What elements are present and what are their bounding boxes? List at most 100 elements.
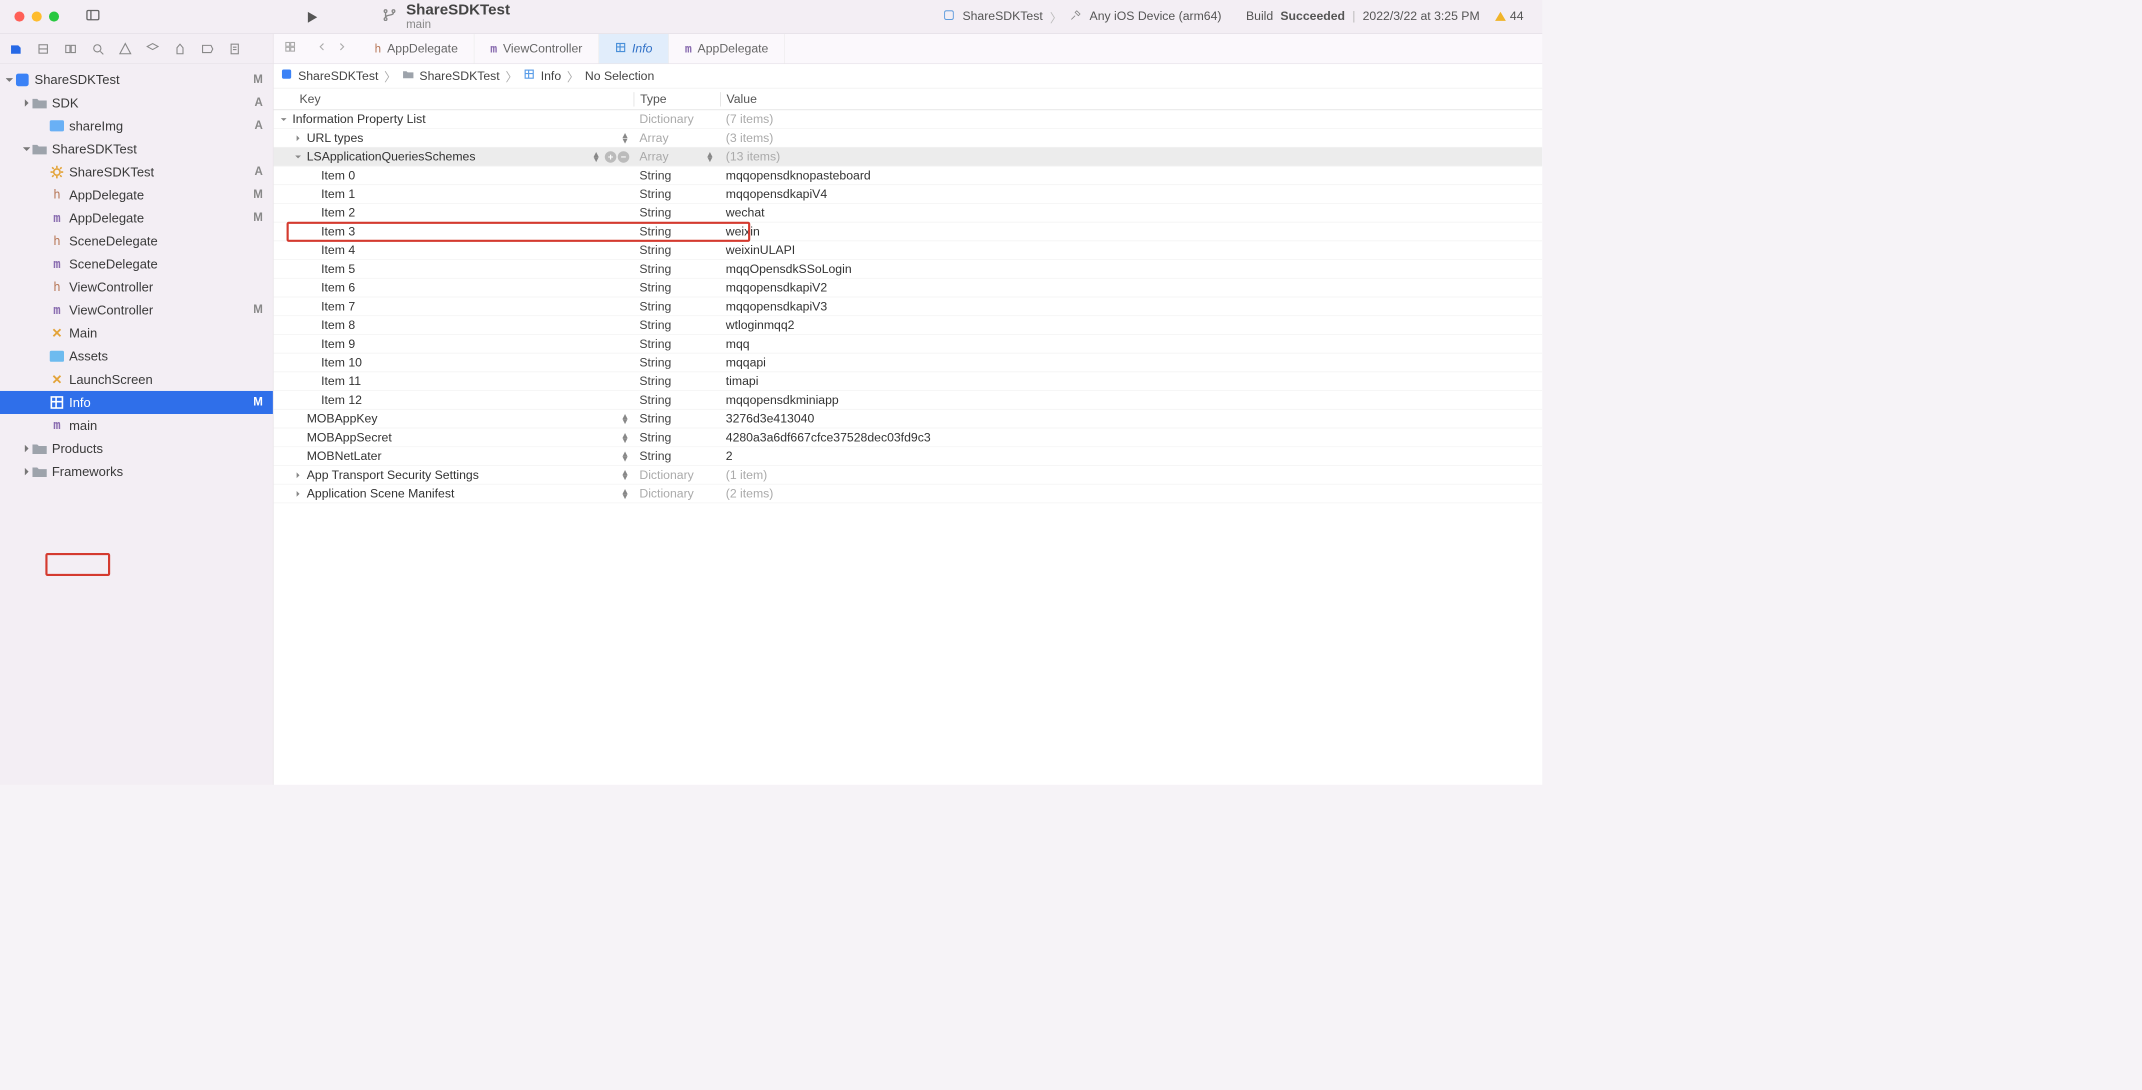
- breadcrumb-3[interactable]: No Selection: [585, 69, 654, 83]
- tree-item[interactable]: mViewControllerM: [0, 299, 273, 322]
- disclosure-icon[interactable]: [4, 76, 14, 83]
- warnings-badge[interactable]: 44: [1494, 9, 1523, 23]
- disclosure-icon[interactable]: [278, 116, 290, 123]
- plist-row[interactable]: Item 8Stringwtloginmqq2: [274, 316, 1543, 335]
- project-header[interactable]: ShareSDKTest main: [382, 1, 510, 31]
- tree-item[interactable]: mmain: [0, 414, 273, 437]
- tree-item[interactable]: InfoM: [0, 391, 273, 414]
- status-bar[interactable]: ShareSDKTest 〉 Any iOS Device (arm64) Bu…: [932, 4, 1533, 28]
- tree-root[interactable]: ShareSDKTest M: [0, 68, 273, 91]
- stepper-icon[interactable]: ▲▼: [592, 152, 601, 162]
- disclosure-icon[interactable]: [292, 134, 304, 141]
- plist-row[interactable]: MOBAppKey▲▼String3276d3e413040: [274, 410, 1543, 429]
- plist-row[interactable]: LSApplicationQueriesSchemes▲▼+−Array▲▼(1…: [274, 148, 1543, 167]
- debug-navigator-icon[interactable]: [171, 40, 188, 57]
- tree-item[interactable]: mAppDelegateM: [0, 207, 273, 230]
- forward-button[interactable]: [336, 40, 349, 57]
- related-items-icon[interactable]: [284, 40, 297, 57]
- breadcrumb[interactable]: ShareSDKTest 〉 ShareSDKTest 〉 Info 〉 No …: [274, 64, 1543, 88]
- symbol-navigator-icon[interactable]: [62, 40, 79, 57]
- plist-row[interactable]: App Transport Security Settings▲▼Diction…: [274, 466, 1543, 485]
- close-window-button[interactable]: [14, 12, 24, 22]
- tree-item[interactable]: ShareSDKTest: [0, 138, 273, 161]
- report-navigator-icon[interactable]: [226, 40, 243, 57]
- editor-tab[interactable]: mViewController: [474, 34, 598, 64]
- stepper-icon[interactable]: ▲▼: [621, 451, 630, 461]
- tree-item[interactable]: SDKA: [0, 91, 273, 114]
- tree-item[interactable]: Products: [0, 437, 273, 460]
- editor-tab[interactable]: hAppDelegate: [359, 34, 475, 64]
- breadcrumb-2[interactable]: Info: [541, 69, 561, 83]
- back-button[interactable]: [315, 40, 328, 57]
- minimize-window-button[interactable]: [32, 12, 42, 22]
- plist-row[interactable]: URL types▲▼Array(3 items): [274, 129, 1543, 148]
- plist-type: String: [634, 318, 720, 332]
- breadcrumb-1[interactable]: ShareSDKTest: [419, 69, 499, 83]
- stepper-icon[interactable]: ▲▼: [621, 489, 630, 499]
- tree-item[interactable]: Assets: [0, 345, 273, 368]
- plist-type: String: [634, 411, 720, 425]
- disclosure-icon[interactable]: [292, 153, 304, 160]
- plist-type: String: [634, 262, 720, 276]
- header-key[interactable]: Key: [274, 92, 634, 106]
- tree-item[interactable]: hAppDelegateM: [0, 184, 273, 207]
- test-navigator-icon[interactable]: [144, 40, 161, 57]
- tree-item[interactable]: Frameworks: [0, 460, 273, 483]
- editor-tab[interactable]: Info: [599, 34, 669, 64]
- add-remove-buttons[interactable]: +−: [605, 151, 629, 163]
- plist-row[interactable]: Item 12Stringmqqopensdkminiapp: [274, 391, 1543, 410]
- folder-icon: [32, 441, 48, 457]
- run-button[interactable]: [302, 8, 321, 30]
- maximize-window-button[interactable]: [49, 12, 59, 22]
- plist-row[interactable]: Item 6StringmqqopensdkapiV2: [274, 279, 1543, 298]
- tree-item-status: A: [254, 120, 262, 133]
- sidebar-toggle-icon[interactable]: [85, 7, 101, 26]
- plist-row[interactable]: Application Scene Manifest▲▼Dictionary(2…: [274, 485, 1543, 504]
- plist-row[interactable]: Item 4StringweixinULAPI: [274, 241, 1543, 260]
- project-navigator-icon[interactable]: [7, 40, 24, 57]
- editor-tab[interactable]: mAppDelegate: [669, 34, 785, 64]
- plist-row[interactable]: MOBAppSecret▲▼String4280a3a6df667cfce375…: [274, 428, 1543, 447]
- plist-row[interactable]: Item 7StringmqqopensdkapiV3: [274, 297, 1543, 316]
- tree-item[interactable]: hViewController: [0, 276, 273, 299]
- header-value[interactable]: Value: [720, 92, 1542, 106]
- device-name: Any iOS Device (arm64): [1090, 9, 1222, 23]
- plist-row[interactable]: Information Property ListDictionary(7 it…: [274, 110, 1543, 129]
- tab-label: Info: [632, 41, 652, 55]
- disclosure-icon[interactable]: [292, 490, 304, 497]
- plist-row[interactable]: Item 5StringmqqOpensdkSSoLogin: [274, 260, 1543, 279]
- type-stepper-icon[interactable]: ▲▼: [706, 152, 715, 162]
- tree-item[interactable]: hSceneDelegate: [0, 230, 273, 253]
- plist-row[interactable]: Item 9Stringmqq: [274, 335, 1543, 354]
- plist-row[interactable]: Item 10Stringmqqapi: [274, 354, 1543, 373]
- tree-item[interactable]: ✕Main: [0, 322, 273, 345]
- breadcrumb-0[interactable]: ShareSDKTest: [298, 69, 378, 83]
- source-control-navigator-icon[interactable]: [35, 40, 52, 57]
- disclosure-icon[interactable]: [22, 145, 32, 152]
- find-navigator-icon[interactable]: [89, 40, 106, 57]
- disclosure-icon[interactable]: [22, 468, 32, 475]
- disclosure-icon[interactable]: [292, 471, 304, 478]
- plist-row[interactable]: Item 2Stringwechat: [274, 204, 1543, 223]
- header-type[interactable]: Type: [634, 92, 720, 106]
- app-icon: [942, 8, 955, 25]
- folder-icon: [402, 68, 414, 83]
- disclosure-icon[interactable]: [22, 445, 32, 452]
- tree-item[interactable]: ✕LaunchScreen: [0, 368, 273, 391]
- plist-row[interactable]: Item 1StringmqqopensdkapiV4: [274, 185, 1543, 204]
- tree-item[interactable]: shareImgA: [0, 114, 273, 137]
- stepper-icon[interactable]: ▲▼: [621, 432, 630, 442]
- tree-item[interactable]: mSceneDelegate: [0, 253, 273, 276]
- issue-navigator-icon[interactable]: [117, 40, 134, 57]
- plist-row[interactable]: MOBNetLater▲▼String2: [274, 447, 1543, 466]
- stepper-icon[interactable]: ▲▼: [621, 133, 630, 143]
- plist-icon: [49, 395, 65, 411]
- breakpoint-navigator-icon[interactable]: [199, 40, 216, 57]
- stepper-icon[interactable]: ▲▼: [621, 470, 630, 480]
- plist-row[interactable]: Item 11Stringtimapi: [274, 372, 1543, 391]
- disclosure-icon[interactable]: [22, 99, 32, 106]
- plist-row[interactable]: Item 0Stringmqqopensdknopasteboard: [274, 166, 1543, 185]
- tree-item-label: Info: [69, 395, 253, 410]
- stepper-icon[interactable]: ▲▼: [621, 414, 630, 424]
- tree-item[interactable]: ShareSDKTestA: [0, 161, 273, 184]
